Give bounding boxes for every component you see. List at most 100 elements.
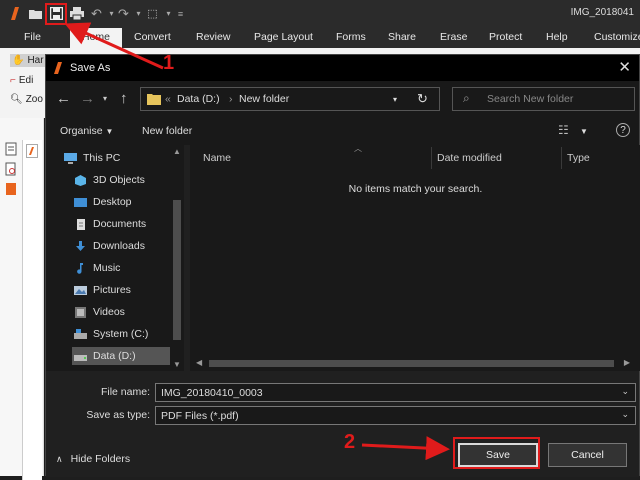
document-thumbnail-icon [26,144,38,158]
tab-erase[interactable]: Erase [440,31,467,43]
select-tool-icon[interactable]: ⬚ [144,5,161,22]
navigation-pane-scrollbar[interactable]: ▲ ▼ [170,145,184,371]
tree-item-music[interactable]: Music [74,259,120,277]
videos-icon [75,306,86,318]
column-header-date-modified[interactable]: Date modified [437,152,502,164]
new-folder-button[interactable]: New folder [142,125,192,137]
scroll-thumb[interactable] [173,200,181,340]
breadcrumb-data-drive[interactable]: Data (D:) [177,93,220,105]
sort-indicator-icon: ︿ [354,144,362,153]
column-header-type[interactable]: Type [567,152,590,164]
documents-icon [77,218,85,230]
scroll-up-icon[interactable]: ▲ [173,147,181,156]
step-2-label: 2 [344,431,356,453]
address-bar[interactable]: « Data (D:) › New folder ▾ ↻ [140,87,440,111]
cube-icon [75,174,86,186]
search-placeholder: Search New folder [487,93,574,105]
tree-item-desktop[interactable]: Desktop [74,193,132,211]
column-divider[interactable] [431,147,432,169]
command-bar: Organise ▼ New folder ☷ ▼ ? [46,117,639,145]
tab-file[interactable]: File [24,31,41,43]
file-name-input[interactable]: IMG_20180410_0003 ⌄ [155,383,636,402]
view-dropdown-icon[interactable]: ▼ [580,127,588,136]
hand-tool[interactable]: ✋ Har [10,54,46,67]
highlight-save-button [453,437,540,469]
tree-item-3d-objects[interactable]: 3D Objects [74,171,145,189]
download-icon [76,240,85,251]
tree-item-system-c[interactable]: System (C:) [74,325,148,343]
tree-item-this-pc[interactable]: This PC [64,149,120,167]
search-input[interactable]: ⌕ Search New folder [452,87,635,111]
empty-state-message: No items match your search. [348,183,483,195]
chevron-down-icon[interactable]: ⌄ [621,386,629,397]
tab-review[interactable]: Review [196,31,230,43]
step-1-label: 1 [163,52,175,74]
tree-item-data-d[interactable]: Data (D:) [72,347,170,365]
organise-button[interactable]: Organise ▼ [60,125,113,137]
tab-convert[interactable]: Convert [134,31,171,43]
up-arrow-icon[interactable]: ↑ [120,90,128,107]
save-as-type-label: Save as type: [86,409,150,421]
search-document-icon[interactable] [5,162,17,176]
edit-icon: ⌐ [10,75,16,86]
pictures-icon [74,285,87,295]
forward-arrow-icon[interactable]: → [80,90,95,107]
document-canvas [22,140,42,480]
tree-item-documents[interactable]: Documents [74,215,146,233]
dialog-title: Save As [70,62,111,74]
close-icon[interactable]: ✕ [618,58,631,76]
edit-tool[interactable]: ⌐ Edi [10,75,33,86]
app-titlebar: ↶ ▾ ↷ ▾ ⬚ ▾ ≡ IMG_2018041 [0,0,640,28]
tab-customize[interactable]: Customize [594,31,640,43]
breadcrumb-new-folder[interactable]: New folder [239,93,289,105]
chevron-up-icon: ∧ [56,453,63,464]
scroll-thumb[interactable] [209,360,614,367]
drive-icon [74,354,87,361]
hand-icon: ✋ [12,55,25,66]
bookmark-icon[interactable] [5,182,17,196]
tree-item-videos[interactable]: Videos [74,303,125,321]
column-header-name[interactable]: Name [203,152,231,164]
view-options-icon[interactable]: ☷ [558,123,569,137]
file-name-label: File name: [100,386,150,398]
help-icon[interactable]: ? [616,123,630,137]
tab-protect[interactable]: Protect [489,31,522,43]
scroll-left-icon[interactable]: ◀ [196,358,202,367]
scroll-right-icon[interactable]: ▶ [624,358,630,367]
recent-locations-icon[interactable]: ▾ [103,94,107,103]
zoom-icon: 🔍︎ [10,94,23,105]
print-icon[interactable] [68,5,85,22]
navigation-pane: This PC 3D Objects Desktop Documents Dow… [46,145,184,371]
back-arrow-icon[interactable]: ← [56,90,71,107]
customize-toolbar-icon[interactable]: ≡ [172,5,189,22]
cancel-button[interactable]: Cancel [548,443,627,467]
tree-item-downloads[interactable]: Downloads [74,237,145,255]
tab-page-layout[interactable]: Page Layout [254,31,313,43]
chevron-down-icon[interactable]: ⌄ [621,409,629,420]
tab-share[interactable]: Share [388,31,416,43]
dialog-titlebar: Save As ✕ [46,55,639,81]
file-list-horizontal-scrollbar[interactable]: ◀ ▶ [193,356,633,371]
save-as-dialog: Save As ✕ ← → ▾ ↑ « Data (D:) › New fold… [45,54,640,477]
page-thumbnail-icon[interactable] [5,142,17,156]
music-icon [77,262,83,274]
save-as-type-select[interactable]: PDF Files (*.pdf) ⌄ [155,406,636,425]
refresh-icon[interactable]: ↻ [417,91,428,107]
address-dropdown-icon[interactable]: ▾ [393,95,397,104]
file-list: ︿ Name Date modified Type No items match… [190,144,640,371]
desktop-icon [74,197,87,207]
scroll-down-icon[interactable]: ▼ [173,360,181,369]
tab-home[interactable]: Home [70,28,123,48]
column-divider[interactable] [561,147,562,169]
dialog-app-icon [54,62,62,74]
tab-forms[interactable]: Forms [336,31,366,43]
folder-icon [147,94,161,105]
zoom-tool[interactable]: 🔍︎ Zoo [10,94,43,105]
open-folder-icon[interactable] [28,5,45,22]
save-options-panel: File name: IMG_20180410_0003 ⌄ Save as t… [46,371,639,477]
tree-item-pictures[interactable]: Pictures [74,281,131,299]
tab-help[interactable]: Help [546,31,568,43]
app-title: IMG_2018041 [570,7,634,18]
hide-folders-button[interactable]: ∧ Hide Folders [56,453,130,465]
address-overflow[interactable]: « [165,93,171,105]
